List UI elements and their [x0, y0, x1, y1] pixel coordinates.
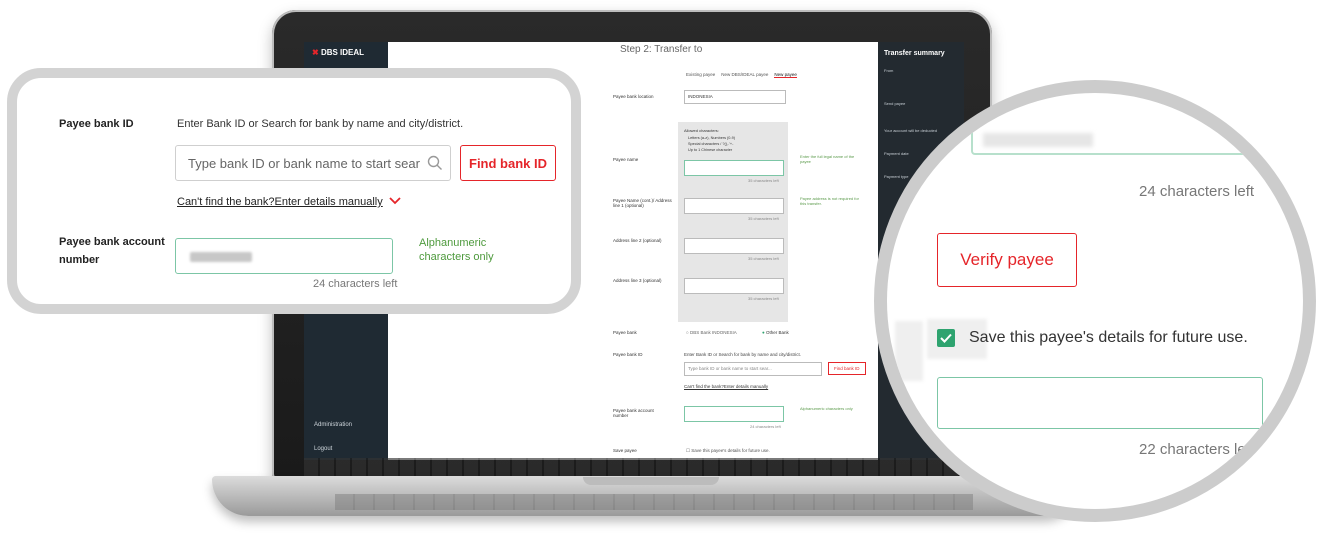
- tab-new-payee[interactable]: New payee: [774, 72, 797, 78]
- previous-input-field: [971, 93, 1275, 155]
- blurred-value: [983, 133, 1093, 147]
- save-payee-checkbox[interactable]: [937, 329, 955, 347]
- account-number-input[interactable]: [175, 238, 393, 274]
- payee-bank-label: Payee bank: [613, 330, 637, 335]
- payee-name-note: Enter the full legal name of the payee: [800, 154, 855, 165]
- chevron-down-icon: [389, 196, 401, 208]
- find-bank-id-button[interactable]: Find bank ID: [460, 145, 556, 181]
- masked-account-value: [190, 252, 252, 262]
- nav-item-logout[interactable]: Logout: [314, 446, 332, 452]
- summary-item: Send payee: [884, 101, 906, 106]
- save-payee-checkbox[interactable]: ☐ Save this payee's details for future u…: [686, 448, 770, 454]
- address1-count: 35 characters left: [748, 216, 779, 221]
- bank-id-callout: Payee bank ID Enter Bank ID or Search fo…: [7, 68, 581, 314]
- save-payee-label: Save payee: [613, 448, 637, 453]
- allowed-chars-item: Special characters / ?(),.'+-: [688, 142, 734, 146]
- payee-name-input[interactable]: [684, 160, 784, 176]
- nav-item-administration[interactable]: Administration: [314, 422, 352, 428]
- payee-tabs: Existing payee New DBS/IDEAL payee New p…: [686, 72, 797, 78]
- nickname-input[interactable]: [937, 377, 1263, 429]
- manual-entry-link[interactable]: Can't find the bank?Enter details manual…: [177, 196, 401, 208]
- dbs-logo-icon: ✖: [312, 48, 319, 57]
- tab-existing-payee[interactable]: Existing payee: [686, 72, 715, 78]
- laptop-notch: [583, 477, 719, 485]
- step-title: Step 2: Transfer to: [620, 44, 703, 55]
- background-blur: [895, 321, 923, 381]
- bottom-characters-left: 22 characters left: [1139, 441, 1255, 458]
- allowed-chars-item: Letters (a-z), Numbers (0-9): [688, 136, 736, 140]
- verify-payee-button[interactable]: Verify payee: [937, 233, 1077, 287]
- summary-title: Transfer summary: [884, 50, 945, 57]
- account-characters-left: 24 characters left: [313, 278, 398, 290]
- address2-count: 35 characters left: [748, 256, 779, 261]
- keyboard-keys: [335, 494, 973, 510]
- account-number-label: Payee bank account number: [613, 408, 654, 418]
- allowed-chars-title: Allowed characters:: [684, 128, 719, 133]
- verify-payee-zoom: 24 characters left Verify payee Save thi…: [874, 80, 1316, 522]
- address3-input[interactable]: [684, 278, 784, 294]
- checkmark-icon: [940, 333, 952, 343]
- payee-name-label: Payee name: [613, 157, 639, 162]
- find-bank-id-button[interactable]: Find bank ID: [828, 362, 866, 375]
- account-number-note: Alphanumeric characters only: [800, 406, 853, 411]
- bank-option-dbs[interactable]: ○ DBS Bank INDONESIA: [686, 330, 737, 335]
- payee-name-count: 35 characters left: [748, 178, 779, 183]
- bank-id-search-input[interactable]: Type bank ID or bank name to start sear.…: [684, 362, 822, 376]
- account-number-input[interactable]: [684, 406, 784, 422]
- search-icon[interactable]: [420, 155, 450, 171]
- allowed-chars-item: Up to 1 Chinese character: [688, 148, 733, 152]
- address2-label: Address line 2 (optional): [613, 238, 662, 243]
- search-placeholder: Type bank ID or bank name to start sear.…: [188, 155, 420, 171]
- summary-item: From: [884, 68, 894, 73]
- keyboard-shadow: [304, 458, 964, 476]
- radio-selected-icon: ●: [762, 330, 765, 335]
- address3-label: Address line 3 (optional): [613, 278, 662, 283]
- address1-input[interactable]: [684, 198, 784, 214]
- bank-id-label: Payee bank ID: [613, 352, 643, 357]
- save-payee-text: Save this payee's details for future use…: [969, 329, 1248, 346]
- manual-entry-link[interactable]: Can't find the bank?Enter details manual…: [684, 384, 768, 389]
- account-number-count: 24 characters left: [750, 424, 781, 429]
- save-payee-row[interactable]: Save this payee's details for future use…: [937, 329, 1248, 347]
- bank-id-hint: Enter Bank ID or Search for bank by name…: [684, 352, 802, 357]
- account-number-label: Payee bank account number: [59, 236, 165, 266]
- bank-id-instruction: Enter Bank ID or Search for bank by name…: [177, 118, 464, 130]
- location-select[interactable]: INDONESIA: [684, 90, 786, 104]
- payee-bank-id-label: Payee bank ID: [59, 118, 134, 130]
- address1-label: Payee Name (cont.)/ Address line 1 (opti…: [613, 198, 672, 208]
- address2-input[interactable]: [684, 238, 784, 254]
- brand-logo: ✖ DBS IDEAL: [312, 48, 365, 57]
- alphanumeric-note: Alphanumeric characters only: [419, 237, 494, 264]
- location-label: Payee bank location: [613, 94, 654, 99]
- top-characters-left: 24 characters left: [1139, 183, 1255, 200]
- tab-new-dbs-payee[interactable]: New DBS/IDEAL payee: [721, 72, 768, 78]
- address3-count: 35 characters left: [748, 296, 779, 301]
- bank-search-input[interactable]: Type bank ID or bank name to start sear.…: [175, 145, 451, 181]
- bank-option-other[interactable]: ● Other Bank: [762, 330, 789, 335]
- address1-note: Payee address is not required for this t…: [800, 196, 859, 207]
